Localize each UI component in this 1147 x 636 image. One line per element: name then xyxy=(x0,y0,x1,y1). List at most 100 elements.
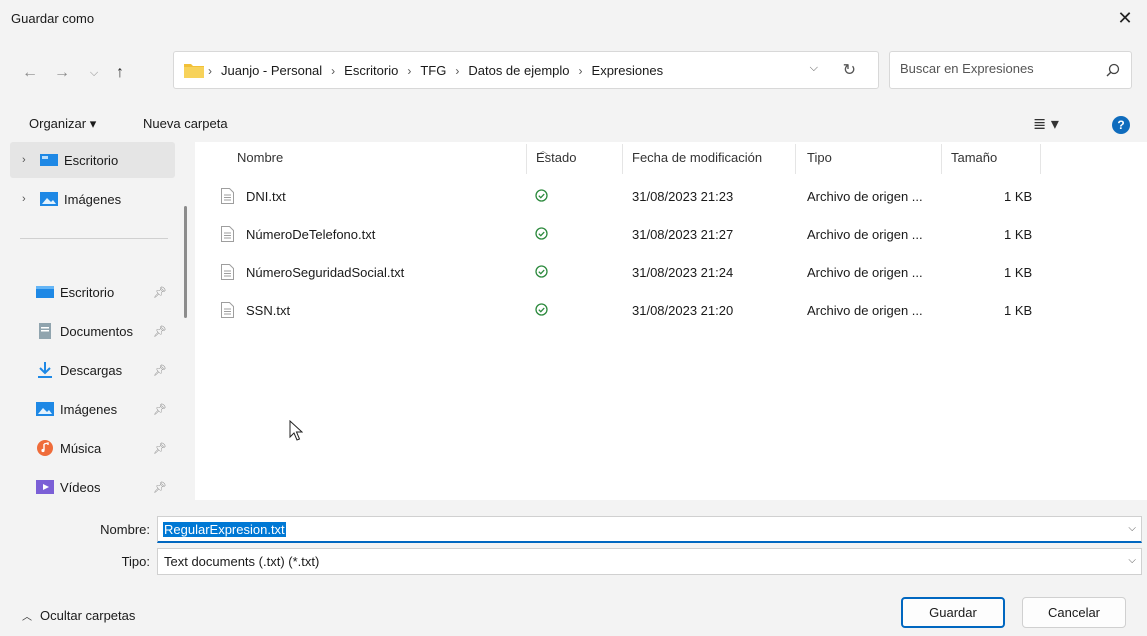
table-row[interactable]: NúmeroSeguridadSocial.txt 31/08/2023 21:… xyxy=(215,254,1045,292)
chevron-down-icon[interactable]: ⌵ xyxy=(1128,523,1136,534)
back-arrow-icon[interactable]: ← xyxy=(17,60,43,86)
close-icon[interactable]: ✕ xyxy=(1113,6,1137,30)
table-row[interactable]: SSN.txt 31/08/2023 21:20 Archivo de orig… xyxy=(215,292,1045,330)
sidebar-item-label: Imágenes xyxy=(60,401,118,417)
chevron-up-icon: ︿ xyxy=(22,612,32,623)
sidebar-item-descargas[interactable]: Descargas 📌︎ xyxy=(10,352,175,388)
expand-chevron-icon[interactable]: › xyxy=(22,154,40,166)
file-name-field[interactable]: RegularExpresion.txt ⌵ xyxy=(157,516,1142,543)
help-icon[interactable]: ? xyxy=(1112,116,1130,134)
sidebar-item-label: Música xyxy=(60,440,102,456)
file-type: Archivo de origen ... xyxy=(807,303,923,318)
videos-icon xyxy=(36,480,54,494)
file-name-value[interactable]: RegularExpresion.txt xyxy=(163,522,286,537)
file-date: 31/08/2023 21:27 xyxy=(632,227,734,242)
sidebar-item-label: Escritorio xyxy=(60,284,115,300)
sidebar-item-label: Imágenes xyxy=(64,191,122,207)
breadcrumb-separator-icon: › xyxy=(331,63,336,78)
up-arrow-icon[interactable]: ↑ xyxy=(107,60,133,86)
sidebar-item-imagenes[interactable]: Imágenes 📌︎ xyxy=(10,391,175,427)
sidebar-item-label: Descargas xyxy=(60,362,123,378)
sidebar-item-imagenes-tree[interactable]: › Imágenes xyxy=(10,181,175,217)
file-type: Archivo de origen ... xyxy=(807,265,923,280)
pin-icon[interactable]: 📌︎ xyxy=(153,442,167,455)
documents-icon xyxy=(39,323,51,339)
pin-icon[interactable]: 📌︎ xyxy=(153,481,167,494)
column-header-estado[interactable]: Estado xyxy=(536,150,576,165)
file-name: DNI.txt xyxy=(246,189,286,204)
file-name: NúmeroDeTelefono.txt xyxy=(246,227,376,242)
breadcrumb-item-escritorio[interactable]: Escritorio xyxy=(344,63,398,78)
column-header-fecha[interactable]: Fecha de modificación xyxy=(632,150,762,165)
desktop-icon xyxy=(40,154,58,166)
file-size: 1 KB xyxy=(1004,189,1033,204)
sidebar-item-label: Escritorio xyxy=(64,152,119,168)
text-file-icon xyxy=(221,264,234,280)
file-type-label: Tipo: xyxy=(121,554,150,569)
file-date: 31/08/2023 21:20 xyxy=(632,303,734,318)
column-separator[interactable] xyxy=(622,144,623,174)
organize-menu-button[interactable]: Organizar ▾ xyxy=(29,116,96,132)
file-type: Archivo de origen ... xyxy=(807,189,923,204)
save-button[interactable]: Guardar xyxy=(901,597,1005,628)
navigation-pane: › Escritorio › Imágenes Escritorio 📌︎ Do… xyxy=(0,142,195,500)
search-icon[interactable] xyxy=(1105,62,1121,78)
pin-icon[interactable]: 📌︎ xyxy=(153,403,167,416)
forward-arrow-icon[interactable]: → xyxy=(49,60,75,86)
pictures-icon xyxy=(40,192,58,206)
breadcrumb-separator-icon: › xyxy=(208,63,212,78)
breadcrumb-item-personal[interactable]: Juanjo - Personal xyxy=(221,63,322,78)
sidebar-item-escritorio[interactable]: Escritorio 📌︎ xyxy=(10,274,175,310)
address-dropdown-icon[interactable]: ⌵ xyxy=(810,62,818,75)
search-box[interactable] xyxy=(889,51,1132,89)
command-bar: Organizar ▾ Nueva carpeta ≣ ▾ ? xyxy=(0,104,1147,142)
column-separator[interactable] xyxy=(795,144,796,174)
search-input[interactable] xyxy=(900,61,1090,76)
breadcrumb-separator-icon: › xyxy=(578,63,583,78)
recent-locations-chevron-icon[interactable]: ⌵ xyxy=(81,60,107,86)
column-header-nombre[interactable]: Nombre xyxy=(237,150,283,165)
table-row[interactable]: DNI.txt 31/08/2023 21:23 Archivo de orig… xyxy=(215,178,1045,216)
column-header-tipo[interactable]: Tipo xyxy=(807,150,832,165)
breadcrumb-item-datos[interactable]: Datos de ejemplo xyxy=(468,63,569,78)
desktop-icon xyxy=(36,286,54,298)
sidebar-item-musica[interactable]: Música 📌︎ xyxy=(10,430,175,466)
pin-icon[interactable]: 📌︎ xyxy=(153,325,167,338)
sidebar-item-escritorio-tree[interactable]: › Escritorio xyxy=(10,142,175,178)
column-separator[interactable] xyxy=(941,144,942,174)
new-folder-button[interactable]: Nueva carpeta xyxy=(143,116,228,131)
sync-ok-icon xyxy=(535,265,548,278)
sidebar-item-label: Vídeos xyxy=(60,479,101,495)
sync-ok-icon xyxy=(535,227,548,240)
chevron-down-icon[interactable]: ⌵ xyxy=(1128,555,1136,566)
pin-icon[interactable]: 📌︎ xyxy=(153,286,167,299)
breadcrumb-separator-icon: › xyxy=(455,63,460,78)
pin-icon[interactable]: 📌︎ xyxy=(153,364,167,377)
navigation-bar: ← → ⌵ ↑ › Juanjo - Personal › Escritorio… xyxy=(0,36,1147,104)
expand-chevron-icon[interactable]: › xyxy=(22,193,40,205)
breadcrumb-item-expresiones[interactable]: Expresiones xyxy=(592,63,664,78)
breadcrumb-item-tfg[interactable]: TFG xyxy=(420,63,446,78)
address-bar[interactable]: › Juanjo - Personal › Escritorio › TFG ›… xyxy=(173,51,879,89)
hide-folders-toggle[interactable]: ︿ Ocultar carpetas xyxy=(22,608,135,623)
column-separator[interactable] xyxy=(1040,144,1041,174)
file-name-label: Nombre: xyxy=(100,522,150,537)
sidebar-item-documentos[interactable]: Documentos 📌︎ xyxy=(10,313,175,349)
sidebar-scrollbar[interactable] xyxy=(184,206,187,318)
file-name: SSN.txt xyxy=(246,303,291,318)
file-name: NúmeroSeguridadSocial.txt xyxy=(246,265,405,280)
view-options-icon[interactable]: ≣ ▾ xyxy=(1033,114,1059,134)
file-size: 1 KB xyxy=(1004,227,1033,242)
column-separator[interactable] xyxy=(526,144,527,174)
column-header-tamano[interactable]: Tamaño xyxy=(951,150,997,165)
sync-ok-icon xyxy=(535,189,548,202)
refresh-icon[interactable]: ↻ xyxy=(843,60,856,80)
cancel-button[interactable]: Cancelar xyxy=(1022,597,1126,628)
title-bar: Guardar como ✕ xyxy=(0,0,1147,36)
file-date: 31/08/2023 21:23 xyxy=(632,189,734,204)
file-type-select[interactable]: Text documents (.txt) (*.txt) ⌵ xyxy=(157,548,1142,575)
file-list: ︿ Nombre Estado Fecha de modificación Ti… xyxy=(195,142,1147,500)
folder-icon xyxy=(184,64,204,78)
table-row[interactable]: NúmeroDeTelefono.txt 31/08/2023 21:27 Ar… xyxy=(215,216,1045,254)
sidebar-item-label: Documentos xyxy=(60,323,133,339)
